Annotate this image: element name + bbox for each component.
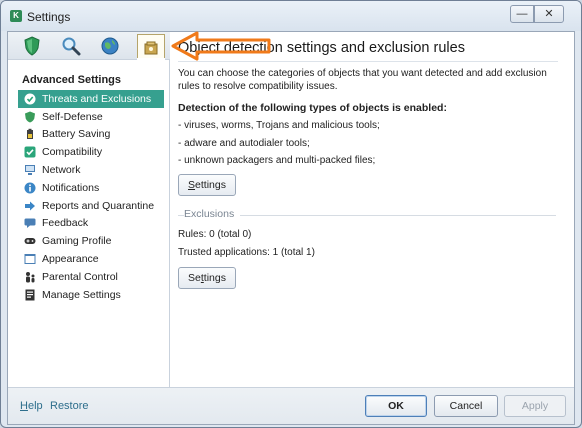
sidebar-item-label: Notifications [42,181,100,194]
sidebar-item-label: Manage Settings [42,288,121,301]
gamepad-icon [24,235,36,247]
settings-box-icon [144,41,158,54]
button-label: Settings [188,179,226,191]
manage-settings-icon [24,289,36,301]
cancel-button[interactable]: Cancel [434,395,498,417]
sidebar-item-gaming-profile[interactable]: Gaming Profile [18,232,164,250]
detection-heading: Detection of the following types of obje… [178,102,447,114]
apply-button[interactable]: Apply [504,395,566,417]
ok-button[interactable]: OK [365,395,427,417]
sidebar-nav: Threats and Exclusions Self-Defense Batter… [18,90,164,304]
help-rest: elp [27,400,43,412]
sidebar-item-reports-and-quarantine[interactable]: Reports and Quarantine [18,197,164,215]
sidebar-item-label: Reports and Quarantine [42,199,155,212]
tab-update[interactable] [96,34,124,58]
app-icon: K [10,10,22,22]
button-label-rest: tings [203,272,226,284]
reports-icon [24,200,36,212]
globe-icon [101,37,119,55]
help-mnemonic: H [20,400,28,412]
sidebar-item-self-defense[interactable]: Self-Defense [18,108,164,126]
window-title: Settings [27,10,71,24]
exclusions-settings-button[interactable]: Settings [178,267,236,289]
sidebar-item-label: Network [42,164,81,177]
tab-scan[interactable] [57,34,85,58]
sidebar-item-notifications[interactable]: Notifications [18,179,164,197]
sidebar-item-label: Self-Defense [42,110,103,123]
annotation-arrow-icon [171,31,271,61]
sidebar-item-parental-control[interactable]: Parental Control [18,268,164,286]
sidebar-item-manage-settings[interactable]: Manage Settings [18,286,164,304]
button-label-prefix: Se [188,272,201,284]
client-area: Advanced Settings Threats and Exclusions… [7,31,575,425]
help-link[interactable]: Help [20,400,43,412]
feedback-icon [24,217,36,229]
sidebar-item-label: Parental Control [42,270,118,283]
sidebar: Advanced Settings Threats and Exclusions… [8,32,170,387]
parental-control-icon [24,271,36,283]
sidebar-item-label: Feedback [42,217,89,230]
detection-item: - unknown packagers and multi-packed fil… [178,155,376,166]
trusted-apps-count: Trusted applications: 1 (total 1) [178,247,315,258]
self-defense-icon [24,111,36,123]
threats-icon [24,93,36,105]
minimize-button[interactable]: — [510,5,534,23]
exclusions-section-header: Exclusions [178,208,556,222]
tab-settings[interactable] [137,34,165,60]
footer-bar: Help Restore OK Cancel Apply [8,387,574,424]
settings-window: K Settings — ✕ Advanced Settings Threats… [0,0,582,428]
notifications-icon [24,182,36,194]
sidebar-item-label: Appearance [42,253,99,266]
restore-link[interactable]: Restore [50,400,89,412]
detection-item: - viruses, worms, Trojans and malicious … [178,120,380,131]
tab-bar [8,32,170,61]
network-icon [24,164,36,176]
sidebar-item-network[interactable]: Network [18,161,164,179]
tab-selection-indicator [137,58,165,61]
sidebar-item-feedback[interactable]: Feedback [18,215,164,233]
button-label: Settings [188,272,226,284]
tab-protection[interactable] [18,34,46,58]
close-button[interactable]: ✕ [534,5,564,23]
sidebar-item-label: Compatibility [42,146,103,159]
rules-count: Rules: 0 (total 0) [178,229,252,240]
sidebar-item-appearance[interactable]: Appearance [18,250,164,268]
exclusions-label: Exclusions [184,208,241,220]
sidebar-heading: Advanced Settings [22,74,122,86]
sidebar-item-label: Battery Saving [42,128,111,141]
detection-item: - adware and autodialer tools; [178,138,310,149]
sidebar-item-threats-and-exclusions[interactable]: Threats and Exclusions [18,90,164,108]
page-description: You can choose the categories of objects… [178,68,547,92]
main-panel: Object detection settings and exclusion … [170,32,574,387]
battery-icon [24,128,36,140]
compatibility-icon [24,146,36,158]
button-label-mnemonic: S [188,179,196,191]
detection-settings-button[interactable]: Settings [178,174,236,196]
sidebar-item-label: Threats and Exclusions [42,92,152,105]
sidebar-item-battery-saving[interactable]: Battery Saving [18,126,164,144]
appearance-icon [24,253,36,265]
sidebar-item-compatibility[interactable]: Compatibility [18,143,164,161]
magnifier-icon [62,37,81,56]
button-label-rest: ettings [195,179,226,191]
sidebar-item-label: Gaming Profile [42,235,112,248]
shield-icon [24,36,40,56]
title-bar[interactable]: K Settings — ✕ [1,1,581,31]
